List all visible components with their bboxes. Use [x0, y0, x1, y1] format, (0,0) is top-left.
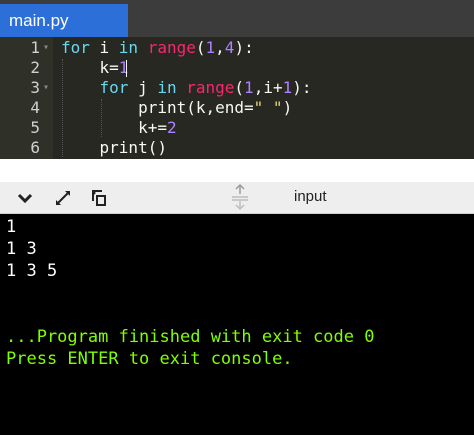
fold-arrow-icon[interactable]: ▾ [43, 38, 49, 58]
code-line: for j in range(1,i+1): [61, 78, 312, 98]
code-token: range [186, 78, 235, 97]
code-token: print() [61, 138, 167, 157]
code-token: " " [253, 98, 283, 117]
exit-console-prompt: Press ENTER to exit console. [6, 349, 293, 369]
tab-label: main.py [9, 11, 69, 30]
collapse-chevron-icon[interactable] [14, 187, 36, 209]
code-token: j [138, 78, 158, 97]
fold-arrow-icon[interactable]: ▾ [43, 78, 49, 98]
text-cursor [126, 60, 127, 77]
line-number: 4 [30, 98, 40, 117]
code-token: 1 [205, 38, 216, 57]
code-token: 1 [244, 78, 254, 97]
code-line: k+=2 [61, 118, 177, 138]
code-line: print(k,end=" ") [61, 98, 292, 118]
program-finished-message: ...Program finished with exit code 0 [6, 327, 375, 347]
resize-handle-icon[interactable] [229, 183, 251, 211]
code-token: ): [292, 78, 312, 97]
code-token: i [99, 38, 119, 57]
code-token: in [118, 38, 148, 57]
line-number: 2 [30, 58, 40, 77]
line-number-gutter: 1 2 3 4 5 6 ▾ ▾ [0, 37, 53, 159]
expand-icon[interactable] [52, 187, 74, 209]
code-token: for [61, 38, 100, 57]
line-number: 3 [30, 78, 40, 97]
code-token: ,i+ [253, 78, 283, 97]
code-token: for [99, 78, 139, 97]
code-token: 1 [282, 78, 293, 97]
line-number: 6 [30, 138, 40, 157]
editor-horizontal-scrollbar[interactable] [0, 159, 474, 182]
code-token: ): [234, 38, 254, 57]
tab-main-py[interactable]: main.py [0, 4, 128, 37]
code-token: range [147, 38, 196, 57]
code-line: print() [61, 138, 167, 158]
code-editor[interactable]: 1 2 3 4 5 6 ▾ ▾ for i in range(1,4): k=1… [0, 37, 474, 159]
code-token: ( [234, 78, 245, 97]
code-token: ( [195, 38, 206, 57]
console-output-line: 1 3 5 [6, 261, 58, 281]
code-token: 2 [166, 118, 177, 137]
input-label[interactable]: input [294, 188, 327, 205]
console-output-line: 1 [6, 217, 17, 237]
output-console[interactable]: 1 1 3 1 3 5 ...Program finished with exi… [0, 214, 474, 435]
code-token: ) [282, 98, 293, 117]
code-token: in [157, 78, 187, 97]
code-token: 4 [224, 38, 235, 57]
code-line: k=1 [61, 58, 129, 78]
code-token: , [215, 38, 225, 57]
line-number: 1 [30, 38, 40, 57]
copy-output-icon[interactable] [89, 187, 111, 209]
code-line: for i in range(1,4): [61, 38, 254, 58]
code-token: k+= [61, 118, 167, 137]
console-output-line: 1 3 [6, 239, 37, 259]
file-tab-bar: main.py [0, 0, 474, 37]
line-number: 5 [30, 118, 40, 137]
code-token: k= [61, 58, 119, 77]
code-token: print(k,end= [61, 98, 254, 117]
